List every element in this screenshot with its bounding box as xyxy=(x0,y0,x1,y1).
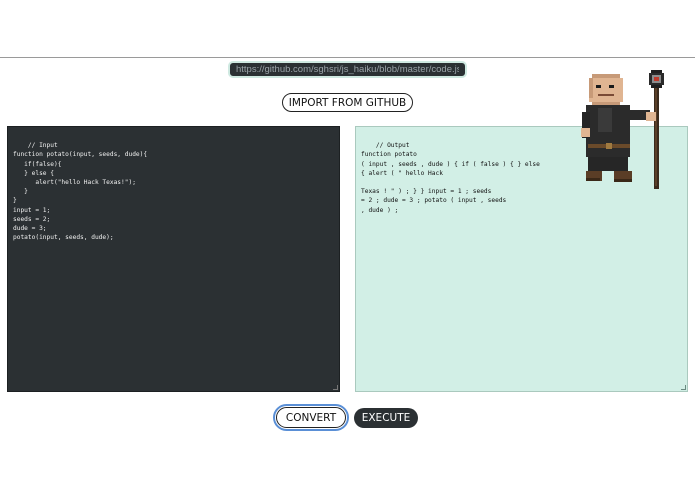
execute-button[interactable]: EXECUTE xyxy=(354,408,418,428)
staff-gem xyxy=(654,77,659,81)
pixel-wizard-with-staff-icon xyxy=(581,70,664,189)
top-divider xyxy=(0,57,695,58)
import-from-github-button[interactable]: IMPORT FROM GITHUB xyxy=(282,93,413,112)
input-resize-handle[interactable] xyxy=(333,385,338,390)
input-code-text: // Input function potato(input, seeds, d… xyxy=(13,142,148,242)
convert-button[interactable]: CONVERT xyxy=(273,404,349,431)
wizard-head xyxy=(589,78,623,102)
page: IMPORT FROM GITHUB // Input function pot… xyxy=(0,0,695,494)
output-code-text: // Output function potato ( input , seed… xyxy=(361,142,540,214)
input-code-editor[interactable]: // Input function potato(input, seeds, d… xyxy=(7,126,340,392)
github-url-input[interactable] xyxy=(228,61,467,78)
output-resize-handle[interactable] xyxy=(681,385,686,390)
